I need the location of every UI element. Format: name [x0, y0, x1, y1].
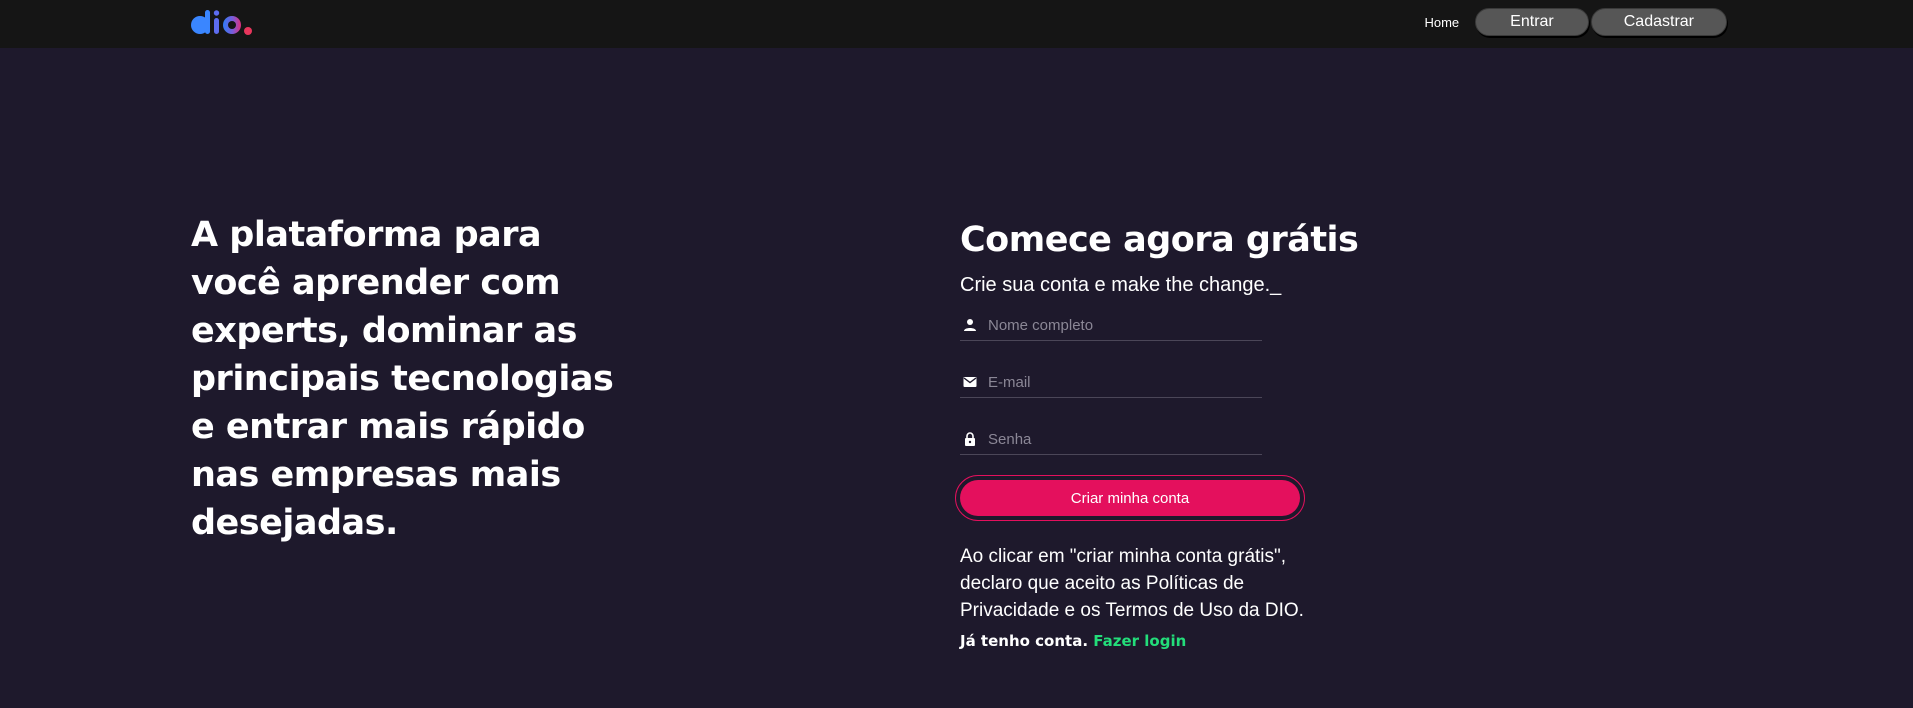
- email-field: [960, 367, 1262, 398]
- lock-icon: [963, 432, 977, 446]
- nav-home-link[interactable]: Home: [1424, 15, 1459, 30]
- top-header: Home Entrar Cadastrar: [0, 0, 1913, 48]
- email-input[interactable]: [988, 373, 1248, 391]
- login-prompt-text: Já tenho conta.: [960, 632, 1089, 650]
- form-subtitle: Crie sua conta e make the change._: [960, 274, 1282, 296]
- signup-button[interactable]: Cadastrar: [1590, 8, 1727, 36]
- login-link[interactable]: Fazer login: [1093, 632, 1186, 650]
- login-button[interactable]: Entrar: [1475, 8, 1589, 36]
- password-field: [960, 424, 1262, 455]
- mail-icon: [963, 375, 977, 389]
- user-icon: [963, 318, 977, 332]
- name-input[interactable]: [988, 316, 1248, 334]
- dio-logo[interactable]: [190, 8, 262, 38]
- form-title: Comece agora grátis: [960, 220, 1359, 260]
- create-account-button[interactable]: Criar minha conta: [960, 480, 1300, 516]
- create-account-button-outline: Criar minha conta: [955, 475, 1305, 521]
- main-nav: Home Entrar Cadastrar: [1424, 8, 1727, 36]
- password-input[interactable]: [988, 430, 1248, 448]
- name-field: [960, 310, 1262, 341]
- legal-notice: Ao clicar em "criar minha conta grátis",…: [960, 546, 1304, 621]
- hero-headline: A plataforma para você aprender com expe…: [191, 215, 614, 543]
- login-prompt: Já tenho conta. Fazer login: [960, 632, 1360, 650]
- signup-form: Comece agora grátis Crie sua conta e mak…: [955, 218, 1360, 650]
